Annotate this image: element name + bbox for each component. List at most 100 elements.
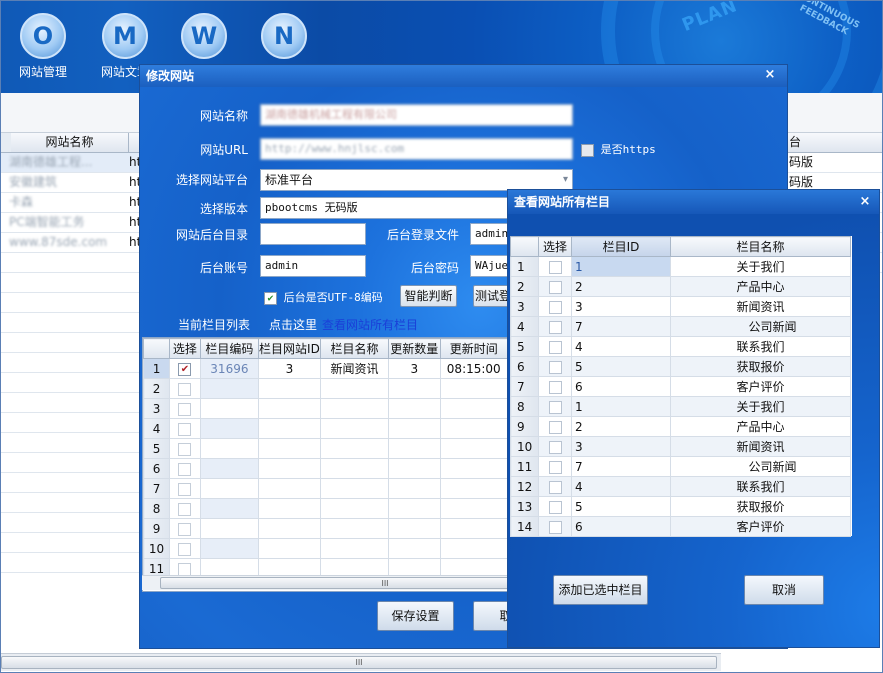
table-row[interactable]: 4 7 公司新闻 (510, 316, 851, 337)
row-checkbox[interactable] (548, 260, 562, 274)
table-row[interactable]: 7 (143, 478, 508, 499)
select-cell[interactable] (169, 458, 201, 479)
view-all-columns-link[interactable]: 查看网站所有栏目 (322, 316, 418, 333)
row-checkbox[interactable] (548, 460, 562, 474)
toolbar-button-n[interactable]: N (252, 13, 316, 59)
site-url-field[interactable]: http://www.hnjlsc.com (260, 138, 573, 160)
utf8-checkbox[interactable]: ✔ 后台是否UTF-8编码 (264, 289, 383, 305)
select-cell[interactable] (538, 396, 572, 417)
column-header-column-id[interactable]: 栏目ID (571, 236, 671, 257)
table-row[interactable]: 4 (143, 418, 508, 439)
password-field[interactable]: WAjuej (470, 255, 510, 277)
select-cell[interactable] (169, 398, 201, 419)
select-cell[interactable] (169, 378, 201, 399)
select-cell[interactable] (169, 438, 201, 459)
table-row[interactable]: 10 (143, 538, 508, 559)
row-checkbox[interactable] (548, 340, 562, 354)
row-checkbox[interactable] (548, 280, 562, 294)
toolbar-button-site-manage[interactable]: O 网站管理 (11, 13, 75, 80)
table-row[interactable]: 5 4 联系我们 (510, 336, 851, 357)
smart-detect-button[interactable]: 智能判断 (400, 285, 457, 307)
table-row[interactable]: 13 5 获取报价 (510, 496, 851, 517)
table-row[interactable]: 10 3 新闻资讯 (510, 436, 851, 457)
select-cell[interactable] (538, 516, 572, 537)
table-row[interactable]: 6 (143, 458, 508, 479)
row-checkbox[interactable] (548, 480, 562, 494)
table-row[interactable]: 1 1 关于我们 (510, 256, 851, 277)
site-row[interactable]: 卡森 ht (1, 193, 151, 213)
add-selected-columns-button[interactable]: 添加已选中栏目 (553, 575, 648, 605)
site-row[interactable]: 安徽建筑 ht (1, 173, 151, 193)
select-cell[interactable] (538, 296, 572, 317)
row-checkbox[interactable] (548, 500, 562, 514)
select-cell[interactable] (169, 478, 201, 499)
row-checkbox[interactable] (548, 440, 562, 454)
column-header-select[interactable]: 选择 (538, 236, 572, 257)
column-header-site-id[interactable]: 栏目网站ID (257, 338, 321, 359)
close-icon[interactable]: × (757, 65, 783, 85)
table-row[interactable]: 6 5 获取报价 (510, 356, 851, 377)
columns-horizontal-scrollbar[interactable]: III (142, 575, 610, 590)
column-header-site-name[interactable]: 网站名称 (11, 133, 129, 152)
column-header-column-name[interactable]: 栏目名称 (670, 236, 851, 257)
select-cell[interactable] (538, 456, 572, 477)
select-cell[interactable] (169, 418, 201, 439)
select-cell[interactable] (169, 498, 201, 519)
select-cell[interactable] (538, 256, 572, 277)
table-row[interactable]: 14 6 客户评价 (510, 516, 851, 537)
table-row[interactable]: 7 6 客户评价 (510, 376, 851, 397)
main-horizontal-scrollbar[interactable]: III (1, 653, 721, 671)
select-cell[interactable] (538, 496, 572, 517)
row-checkbox[interactable] (548, 420, 562, 434)
checkmark-icon[interactable]: ✔ (178, 362, 192, 376)
toolbar-button-w[interactable]: W (172, 13, 236, 59)
table-row[interactable]: 8 1 关于我们 (510, 396, 851, 417)
cancel-button[interactable]: 取消 (744, 575, 824, 605)
row-checkbox[interactable] (548, 300, 562, 314)
column-header-name[interactable]: 栏目名称 (319, 338, 390, 359)
utf8-checkbox-box[interactable]: ✔ (264, 291, 277, 305)
select-cell[interactable] (538, 436, 572, 457)
select-cell[interactable] (169, 538, 201, 559)
select-cell[interactable] (538, 376, 572, 397)
site-name-field[interactable]: 湖南德雄机械工程有限公司 (260, 104, 573, 126)
select-cell[interactable] (538, 356, 572, 377)
site-row[interactable]: 湖南德雄工程... ht (1, 153, 151, 173)
row-checkbox[interactable] (548, 320, 562, 334)
select-cell[interactable]: ✔ (169, 358, 201, 379)
column-header-select[interactable]: 选择 (169, 338, 201, 359)
admin-dir-field[interactable] (260, 223, 366, 245)
platform-select[interactable]: 标准平台 ▾ (260, 169, 573, 191)
https-checkbox-box[interactable] (581, 143, 594, 157)
table-row[interactable]: 8 (143, 498, 508, 519)
site-row[interactable]: PC端智能工务 ht (1, 213, 151, 233)
scrollbar-thumb[interactable]: III (1, 656, 717, 669)
account-field[interactable]: admin (260, 255, 366, 277)
select-cell[interactable] (538, 276, 572, 297)
select-cell[interactable] (538, 336, 572, 357)
table-row[interactable]: 3 3 新闻资讯 (510, 296, 851, 317)
table-row[interactable]: 1 ✔ 31696 3 新闻资讯 3 08:15:00 (143, 358, 508, 379)
save-settings-button[interactable]: 保存设置 (377, 601, 454, 631)
table-row[interactable]: 12 4 联系我们 (510, 476, 851, 497)
login-file-field[interactable]: admin. (470, 223, 510, 245)
table-row[interactable]: 9 (143, 518, 508, 539)
table-row[interactable]: 11 7 公司新闻 (510, 456, 851, 477)
row-checkbox[interactable] (548, 380, 562, 394)
table-row[interactable]: 2 2 产品中心 (510, 276, 851, 297)
select-cell[interactable] (538, 416, 572, 437)
column-header-update-time[interactable]: 更新时间 (439, 338, 508, 359)
site-row[interactable]: www.87sde.com ht (1, 233, 151, 253)
table-row[interactable]: 9 2 产品中心 (510, 416, 851, 437)
https-checkbox[interactable]: 是否https (581, 141, 656, 157)
table-row[interactable]: 5 (143, 438, 508, 459)
table-row[interactable]: 2 (143, 378, 508, 399)
column-header-update-count[interactable]: 更新数量 (388, 338, 441, 359)
close-icon[interactable]: × (852, 192, 878, 212)
select-cell[interactable] (538, 316, 572, 337)
row-checkbox[interactable] (548, 520, 562, 534)
select-cell[interactable] (538, 476, 572, 497)
row-checkbox[interactable] (548, 400, 562, 414)
table-row[interactable]: 3 (143, 398, 508, 419)
select-cell[interactable] (169, 518, 201, 539)
